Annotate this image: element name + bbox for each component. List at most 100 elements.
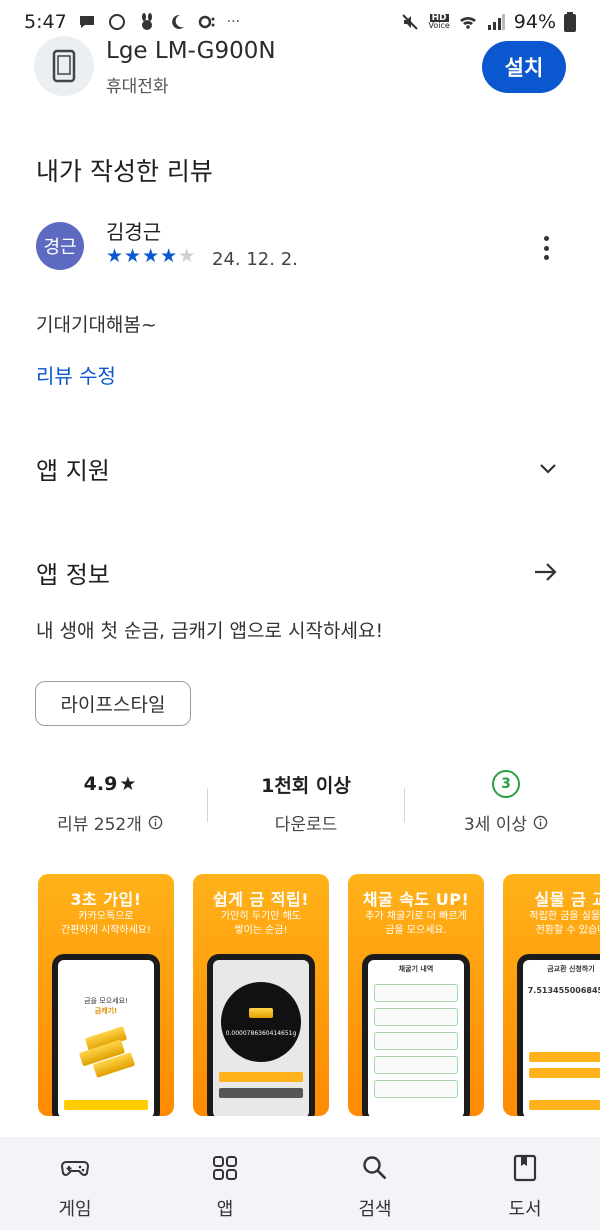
phone-mockup: 금교환 신청하기 7.51345500684546: [517, 954, 600, 1116]
review-count: 리뷰 252개: [57, 815, 142, 835]
chat-bubble-icon: [79, 16, 94, 28]
battery-icon: [564, 12, 576, 32]
chevron-down-icon: [540, 464, 556, 474]
screenshot-subtitle-line: 금을 모으세요.: [385, 925, 447, 936]
nav-item-games[interactable]: 게임: [0, 1137, 150, 1230]
screen-header: 금교환 신청하기: [547, 965, 595, 973]
install-button[interactable]: 설치: [482, 41, 566, 93]
star-icon: ★: [119, 773, 137, 795]
screenshot-subtitle-line: 추가 채굴기로 더 빠르게: [365, 911, 467, 922]
nav-item-apps[interactable]: 앱: [150, 1137, 300, 1230]
book-icon: [513, 1154, 537, 1182]
screenshot-4[interactable]: 실물 금 교 적립한 금을 실물 금 전환할 수 있습니 금교환 신청하기 7.…: [503, 874, 600, 1116]
screenshot-title: 쉽게 금 적립!: [212, 890, 310, 909]
screenshot-subtitle-line: 가만히 두기만 해도: [221, 911, 301, 922]
bottom-navigation: 게임 앱 검색 도서: [0, 1137, 600, 1230]
mute-icon: [402, 14, 419, 30]
app-info-title: 앱 정보: [36, 560, 110, 589]
phone-screen: 0.0000786360414651g: [213, 960, 309, 1116]
screenshot-subtitle-line: 쌓이는 순금!: [234, 925, 288, 936]
app-info-row[interactable]: 앱 정보: [36, 552, 560, 592]
nav-label: 도서: [508, 1199, 542, 1220]
star-icon: ★: [160, 245, 178, 267]
my-review-heading: 내가 작성한 리뷰: [36, 157, 213, 186]
list-item: [374, 1056, 458, 1074]
screenshot-subtitle: 추가 채굴기로 더 빠르게 금을 모으세요.: [348, 910, 484, 938]
screenshot-subtitle-line: 전환할 수 있습니: [535, 925, 600, 936]
nav-label: 앱: [216, 1199, 234, 1220]
nav-item-search[interactable]: 검색: [300, 1137, 450, 1230]
signal-icon: [487, 14, 505, 30]
phone-mockup: 채굴기 내역: [362, 954, 470, 1116]
review-text: 기대기대해봄~: [36, 314, 157, 336]
phone-screen: 채굴기 내역: [368, 960, 464, 1116]
screen-amount: 7.51345500684546: [527, 986, 600, 995]
star-empty-icon: ★: [178, 245, 196, 267]
phone-screen: 금교환 신청하기 7.51345500684546: [523, 960, 600, 1116]
apps-grid-icon: [213, 1156, 237, 1180]
screen-header: 채굴기 내역: [398, 965, 434, 973]
battery-percent: 94%: [513, 11, 556, 33]
reviewer-name: 김경근: [106, 220, 162, 244]
stats-row: 4.9 ★ 리뷰 252개 1천회 이상 다운로드 3 3세 이상: [0, 768, 600, 838]
rating-stars: ★ ★ ★ ★ ★: [106, 245, 195, 267]
device-row: Lge LM-G900N 휴대전화 설치: [34, 36, 566, 106]
screen-button: [219, 1072, 303, 1082]
kakao-login-button: [64, 1100, 148, 1110]
stat-divider: [207, 788, 208, 822]
rating-value: 4.9: [83, 773, 118, 795]
screen-amount: 0.0000786360414651g: [225, 1030, 297, 1037]
phone-icon: [52, 49, 76, 83]
nav-item-books[interactable]: 도서: [450, 1137, 600, 1230]
phone-mockup: 0.0000786360414651g: [207, 954, 315, 1116]
screenshot-2[interactable]: 쉽게 금 적립! 가만히 두기만 해도 쌓이는 순금! 0.0000786360…: [193, 874, 329, 1116]
list-item: [374, 984, 458, 1002]
wifi-icon: [459, 16, 476, 29]
age-label: 3세 이상: [463, 815, 528, 835]
screenshot-title: 3초 가입!: [70, 890, 142, 909]
mining-circle: [221, 982, 301, 1062]
screen-button: [529, 1052, 600, 1062]
arrow-right-icon: [535, 563, 557, 581]
app-support-row[interactable]: 앱 지원: [36, 448, 560, 488]
screenshot-1[interactable]: 3초 가입! 카카오톡으로 간편하게 시작하세요! 금을 모으세요! 금캐기!: [38, 874, 174, 1116]
device-name: Lge LM-G900N: [106, 38, 276, 64]
screenshot-carousel[interactable]: 3초 가입! 카카오톡으로 간편하게 시작하세요! 금을 모으세요! 금캐기! …: [38, 874, 600, 1116]
info-icon: [533, 815, 548, 830]
category-chip[interactable]: 라이프스타일: [35, 681, 191, 726]
downloads-value: 1천회 이상: [261, 774, 351, 797]
screenshot-subtitle-line: 카카오톡으로: [78, 911, 134, 922]
screenshot-title: 실물 금 교: [534, 890, 600, 909]
screenshot-subtitle-line: 적립한 금을 실물 금: [529, 911, 600, 922]
nav-label: 게임: [58, 1199, 92, 1220]
screen-button: [529, 1068, 600, 1078]
star-icon: ★: [142, 245, 160, 267]
age-rating-stat[interactable]: 3 3세 이상: [436, 768, 576, 835]
edit-review-link[interactable]: 리뷰 수정: [36, 360, 116, 389]
screenshot-3[interactable]: 채굴 속도 UP! 추가 채굴기로 더 빠르게 금을 모으세요. 채굴기 내역: [348, 874, 484, 1116]
rabbit-icon: [141, 13, 152, 30]
screenshot-subtitle-line: 간편하게 시작하세요!: [61, 925, 151, 936]
info-icon: [148, 815, 163, 830]
reviewer-avatar: 경근: [36, 222, 84, 270]
hd-voice-indicator: HD Voice: [428, 13, 450, 30]
rating-stat[interactable]: 4.9 ★ 리뷰 252개: [40, 768, 180, 835]
device-icon-container: [34, 36, 94, 96]
app-support-title: 앱 지원: [36, 456, 110, 485]
nav-label: 검색: [358, 1199, 392, 1220]
moon-icon: [171, 14, 184, 29]
screen-text: 금캐기!: [94, 1007, 118, 1015]
screen-text: 금을 모으세요!: [84, 997, 128, 1005]
search-icon: [363, 1156, 387, 1180]
star-icon: ★: [106, 245, 124, 267]
stat-divider: [404, 788, 405, 822]
screenshot-subtitle: 적립한 금을 실물 금 전환할 수 있습니: [503, 910, 600, 938]
screen-button: [529, 1100, 600, 1110]
review-date: 24. 12. 2.: [212, 249, 298, 270]
list-item: [374, 1032, 458, 1050]
app-description: 내 생애 첫 순금, 금캐기 앱으로 시작하세요!: [36, 620, 384, 642]
talk-app-icon: [108, 14, 125, 30]
gamepad-icon: [60, 1161, 90, 1176]
star-icon: ★: [124, 245, 142, 267]
more-options-icon[interactable]: [534, 232, 558, 264]
